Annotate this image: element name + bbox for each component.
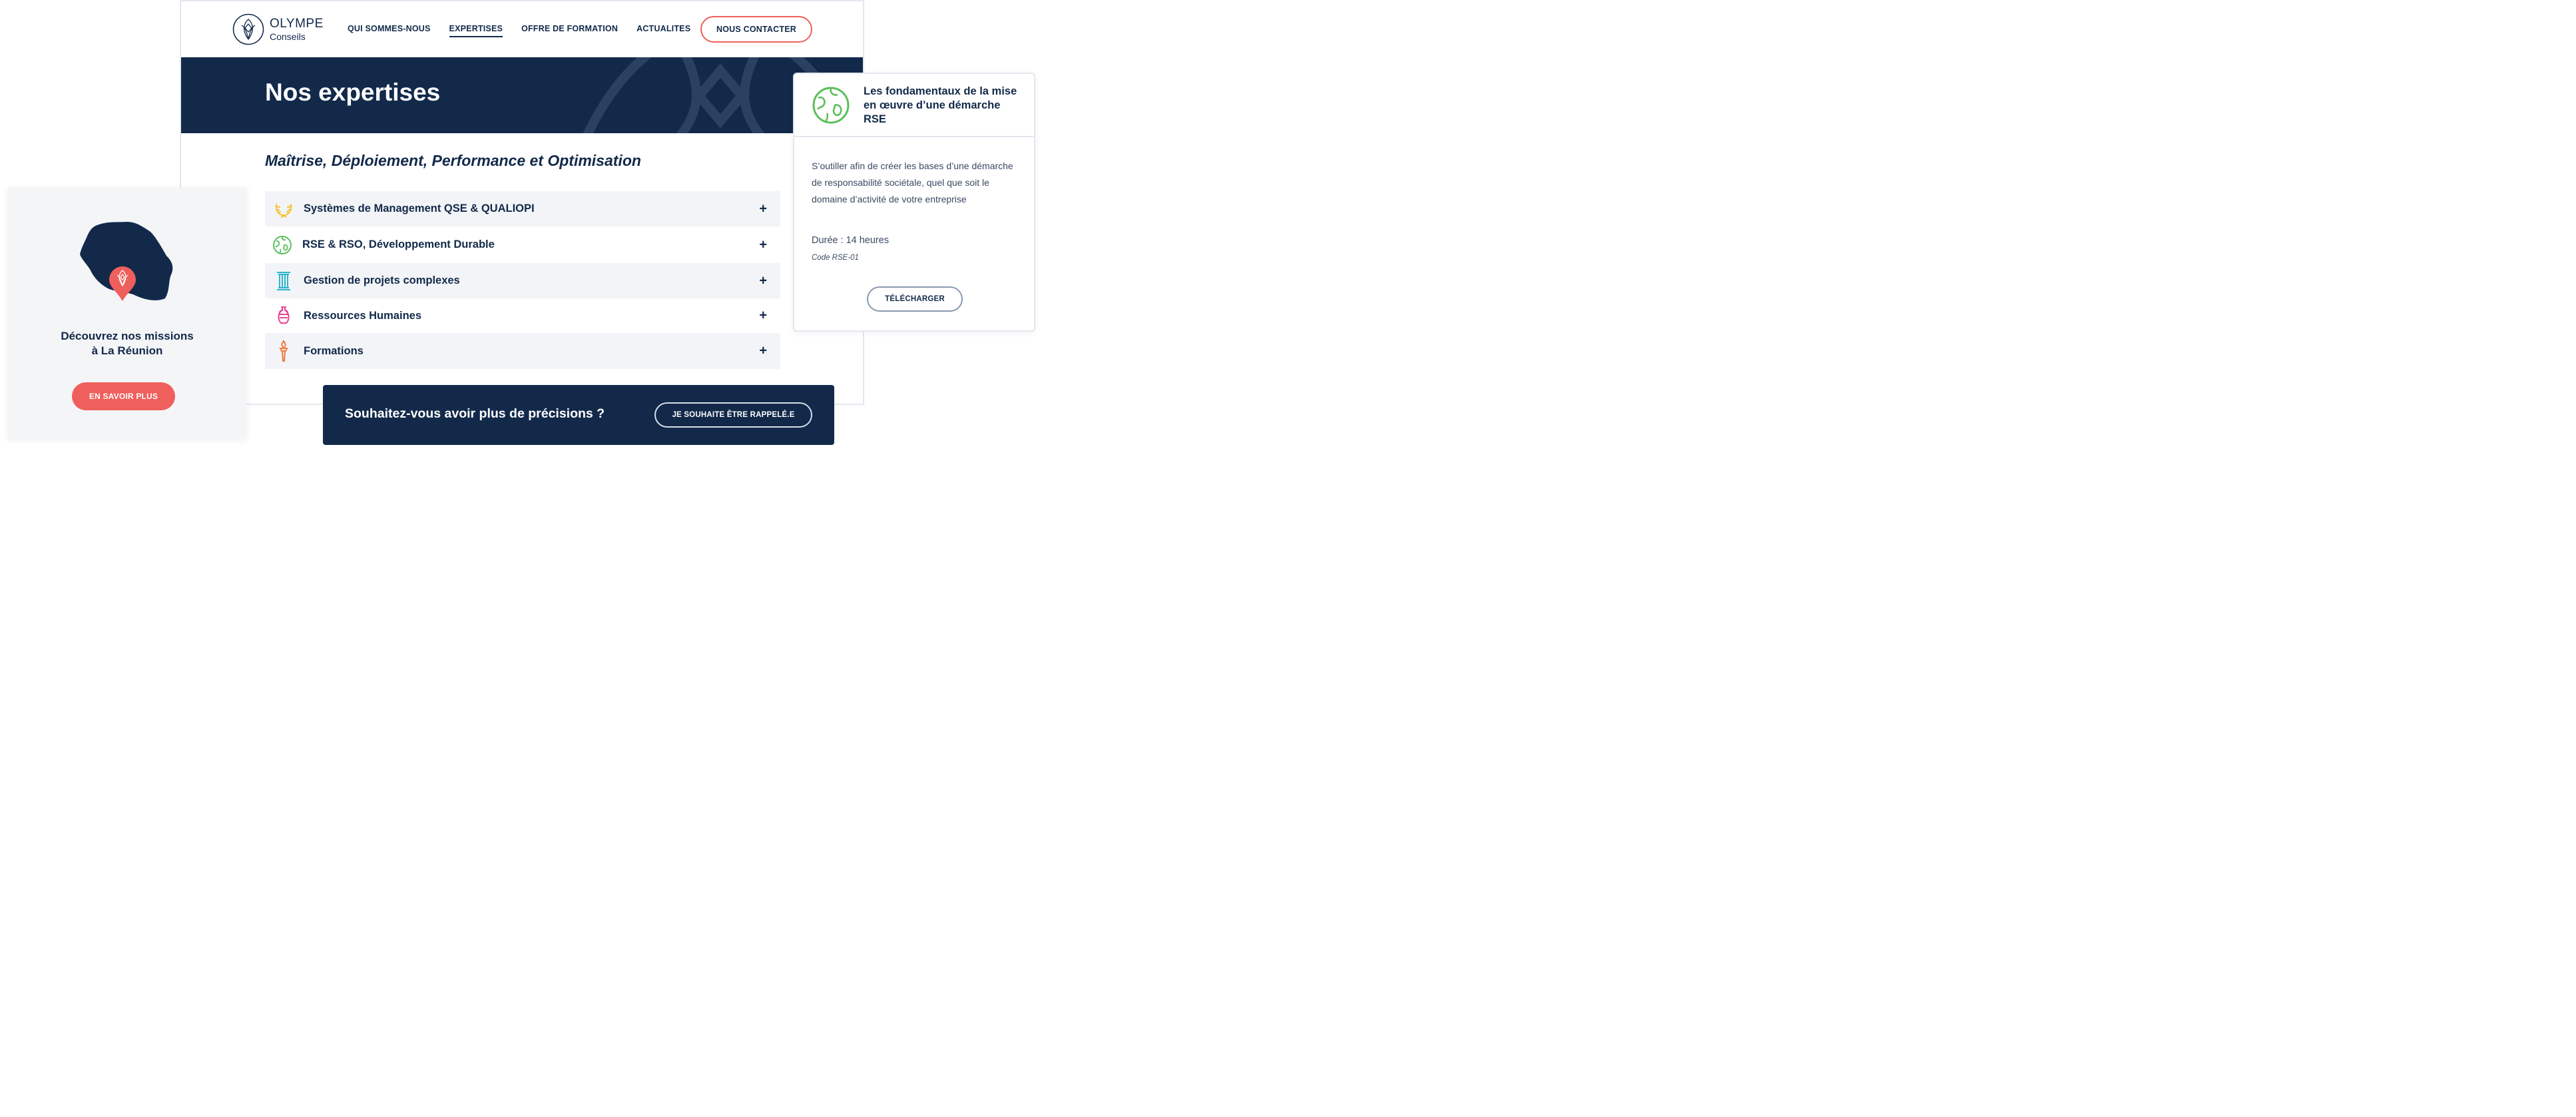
expertise-accordion: Systèmes de Management QSE & QUALIOPI + … [265, 191, 780, 369]
reunion-card-title: Découvrez nos missions à La Réunion [61, 330, 194, 357]
reunion-island-map-icon [80, 222, 173, 301]
accordion-label: RSE & RSO, Développement Durable [302, 238, 495, 250]
accordion-item-formations[interactable]: Formations + [265, 333, 780, 369]
site-header: OLYMPE Conseils QUI SOMMES-NOUS EXPERTIS… [181, 1, 863, 57]
training-title: Les fondamentaux de la mise en œuvre d’u… [864, 85, 1017, 125]
nav-item-actualites[interactable]: ACTUALITES [637, 24, 690, 37]
accordion-item-rse[interactable]: RSE & RSO, Développement Durable + [265, 226, 780, 263]
training-duration: Durée : 14 heures [812, 235, 890, 246]
brand-name: OLYMPE [270, 17, 324, 31]
accordion-label: Ressources Humaines [304, 309, 421, 322]
expand-plus-icon[interactable]: + [759, 308, 767, 324]
page-title: Nos expertises [265, 79, 441, 106]
accordion-label: Formations [304, 344, 364, 357]
olympe-logo-icon [232, 13, 264, 45]
hero-banner: Nos expertises [181, 57, 863, 133]
expand-plus-icon[interactable]: + [759, 201, 767, 216]
expand-plus-icon[interactable]: + [759, 273, 767, 288]
reunion-card: Découvrez nos missions à La Réunion EN S… [8, 188, 246, 438]
torch-icon [273, 340, 294, 362]
accordion-item-projets[interactable]: Gestion de projets complexes + [265, 263, 780, 298]
nav-item-expertises[interactable]: EXPERTISES [449, 24, 503, 37]
expand-plus-icon[interactable]: + [759, 237, 767, 252]
training-card-header: Les fondamentaux de la mise en œuvre d’u… [794, 74, 1034, 137]
laurel-icon [273, 198, 294, 220]
main-nav: QUI SOMMES-NOUS EXPERTISES OFFRE DE FORM… [348, 24, 690, 37]
column-icon [273, 270, 294, 292]
section-subtitle: Maîtrise, Déploiement, Performance et Op… [265, 152, 641, 169]
contact-button[interactable]: NOUS CONTACTER [700, 16, 812, 43]
training-description: S’outiller afin de créer les bases d’une… [812, 161, 1013, 204]
globe-icon [812, 87, 850, 124]
website-page: OLYMPE Conseils QUI SOMMES-NOUS EXPERTIS… [180, 0, 864, 405]
accordion-item-rh[interactable]: Ressources Humaines + [265, 298, 780, 333]
callback-question: Souhaitez-vous avoir plus de précisions … [345, 406, 605, 421]
training-code: Code RSE-01 [812, 254, 859, 262]
callback-request-button[interactable]: JE SOUHAITE ÊTRE RAPPELÉ.E [654, 402, 812, 428]
training-card: Les fondamentaux de la mise en œuvre d’u… [793, 73, 1035, 332]
learn-more-button[interactable]: EN SAVOIR PLUS [72, 382, 175, 410]
accordion-label: Gestion de projets complexes [304, 274, 460, 286]
brand-logo[interactable]: OLYMPE Conseils [232, 13, 324, 45]
amphora-icon [273, 305, 294, 326]
download-button[interactable]: TÉLÉCHARGER [867, 286, 963, 312]
nav-item-offre-de-formation[interactable]: OFFRE DE FORMATION [521, 24, 618, 37]
expand-plus-icon[interactable]: + [759, 344, 767, 359]
brand-tagline: Conseils [270, 31, 306, 42]
nav-item-qui-sommes-nous[interactable]: QUI SOMMES-NOUS [348, 24, 431, 37]
callback-banner: Souhaitez-vous avoir plus de précisions … [323, 385, 834, 445]
accordion-item-qse[interactable]: Systèmes de Management QSE & QUALIOPI + [265, 191, 780, 226]
globe-icon [272, 234, 293, 256]
accordion-label: Systèmes de Management QSE & QUALIOPI [304, 202, 535, 214]
